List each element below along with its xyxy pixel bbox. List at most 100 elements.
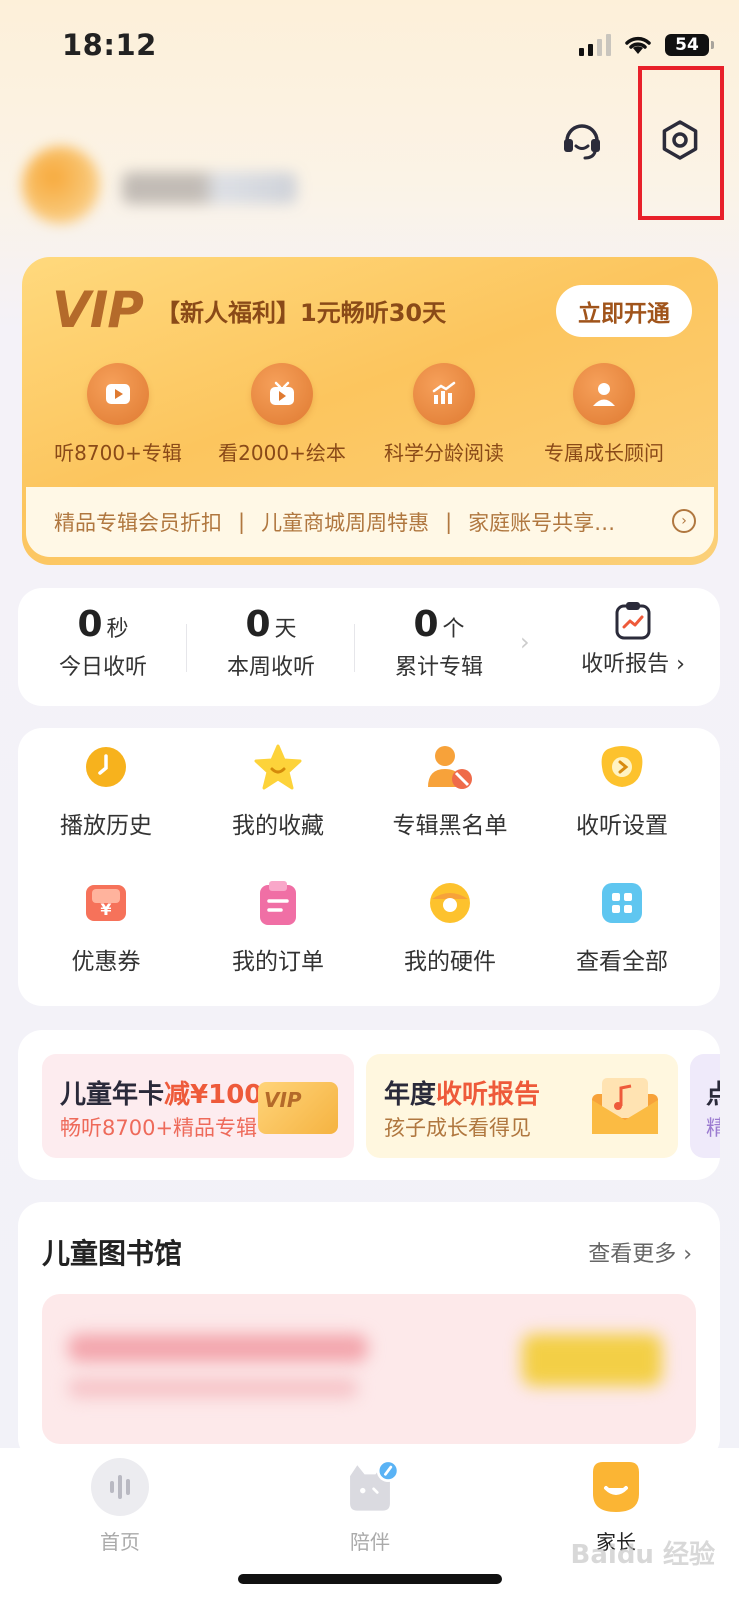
stat-albums: 0个 累计专辑 — [354, 604, 524, 681]
report-label: 收听报告 › — [581, 652, 685, 677]
promo-subtitle: 孩子成长看得见 — [384, 1116, 531, 1140]
username-blurred — [122, 172, 297, 204]
menu-label: 我的订单 — [232, 949, 324, 975]
stat-label: 今日收听 — [58, 655, 147, 680]
benefit-label: 看2000+绘本 — [218, 441, 346, 465]
battery-level: 54 — [675, 35, 699, 55]
report-clipboard-icon — [615, 602, 651, 640]
perk-separator: | — [238, 510, 246, 534]
perk-text: 精品专辑会员折扣 — [54, 511, 222, 535]
grid-icon — [602, 883, 642, 923]
vip-promo-title: 【新人福利】1元畅听30天 — [156, 299, 447, 327]
listen-settings-icon — [601, 746, 643, 787]
stat-number: 0 — [413, 604, 439, 645]
view-more-link[interactable]: 查看更多 › — [588, 1236, 692, 1268]
vip-benefit-advisor[interactable]: 专属成长顾问 — [524, 363, 684, 466]
promo-subtitle: 畅听8700+精品专辑 — [60, 1116, 258, 1140]
benefit-label: 听8700+专辑 — [54, 441, 182, 465]
menu-orders[interactable]: 我的订单 — [190, 878, 366, 976]
vip-card-badge: VIP — [264, 1088, 302, 1112]
chevron-right-icon[interactable]: › — [672, 509, 696, 533]
tab-label: 首页 — [100, 1530, 140, 1554]
vip-benefit-picturebooks[interactable]: 看2000+绘本 — [202, 363, 362, 466]
perk-separator: | — [445, 510, 453, 534]
stat-unit: 个 — [442, 617, 465, 642]
stat-unit: 天 — [274, 617, 297, 642]
tv-play-icon — [270, 381, 294, 405]
watermark: Baidu 经验 — [570, 1540, 715, 1570]
advisor-icon — [593, 383, 615, 406]
hardware-icon — [430, 883, 470, 923]
section-title: 儿童图书馆 — [42, 1237, 183, 1270]
parent-icon — [593, 1462, 639, 1512]
stat-today: 0秒 今日收听 — [18, 604, 188, 681]
coupon-icon: ¥ — [86, 885, 126, 921]
music-envelope-icon — [592, 1078, 658, 1134]
status-time: 18:12 — [62, 28, 157, 62]
settings-highlight-box — [638, 66, 724, 220]
status-icons: 54 — [579, 34, 714, 56]
order-icon — [260, 881, 296, 925]
menu-listen-settings[interactable]: 收听设置 — [534, 742, 710, 840]
promo-title: 年度收听报告 — [384, 1074, 540, 1111]
menu-label: 收听设置 — [576, 813, 668, 839]
promo-third[interactable]: 点 精 — [690, 1054, 720, 1158]
promo-title: 点 — [706, 1080, 720, 1110]
vip-benefit-reading[interactable]: 科学分龄阅读 — [364, 363, 524, 466]
promo-title-highlight: 收听报告 — [436, 1080, 541, 1110]
avatar[interactable] — [22, 146, 100, 224]
menu-label: 播放历史 — [60, 813, 152, 839]
stat-label: 本周收听 — [226, 655, 315, 680]
vip-card-image: VIP — [258, 1082, 338, 1134]
promo-title-main: 儿童年卡 — [60, 1080, 165, 1110]
stat-unit: 秒 — [106, 617, 129, 642]
stat-number: 0 — [77, 604, 103, 645]
chevron-divider-icon: › — [520, 628, 530, 656]
headset-icon — [564, 124, 600, 160]
tab-home[interactable]: 首页 — [60, 1458, 180, 1555]
perk-text: 家庭账号共享… — [468, 511, 616, 535]
function-menu: 播放历史 我的收藏 专辑黑名单 收听设置 ¥ 优惠券 我的订单 我的硬件 查看全… — [18, 728, 720, 1006]
menu-label: 优惠券 — [71, 949, 141, 975]
promo-subtitle: 精 — [706, 1116, 720, 1140]
promo-annual-card[interactable]: 儿童年卡减¥100 畅听8700+精品专辑 VIP — [42, 1054, 354, 1158]
tab-companion[interactable]: 陪伴 — [310, 1458, 430, 1555]
menu-label: 查看全部 — [576, 949, 668, 975]
vip-perks-strip[interactable]: 精品专辑会员折扣 | 儿童商城周周特惠 | 家庭账号共享… › — [26, 487, 714, 557]
perk-text: 儿童商城周周特惠 — [261, 511, 430, 535]
play-icon — [106, 384, 130, 404]
tab-label: 陪伴 — [350, 1530, 390, 1554]
benefit-label: 科学分龄阅读 — [384, 441, 504, 465]
menu-play-history[interactable]: 播放历史 — [18, 742, 194, 840]
battery-indicator: 54 — [665, 34, 714, 56]
promo-title-highlight: 减¥100 — [164, 1080, 263, 1110]
menu-favorites[interactable]: 我的收藏 — [190, 742, 366, 840]
svg-text:¥: ¥ — [100, 900, 111, 919]
vip-benefit-albums[interactable]: 听8700+专辑 — [38, 363, 198, 466]
menu-hardware[interactable]: 我的硬件 — [362, 878, 538, 976]
vip-open-button[interactable]: 立即开通 — [556, 285, 692, 337]
stat-number: 0 — [245, 604, 271, 645]
signal-icon — [579, 34, 611, 56]
star-icon — [254, 744, 302, 790]
menu-coupons[interactable]: ¥ 优惠券 — [18, 878, 194, 976]
wifi-icon — [625, 36, 651, 54]
stat-week: 0天 本周收听 — [186, 604, 356, 681]
menu-album-blacklist[interactable]: 专辑黑名单 — [362, 742, 538, 840]
promo-annual-report[interactable]: 年度收听报告 孩子成长看得见 — [366, 1054, 678, 1158]
vip-card[interactable]: VIP 【新人福利】1元畅听30天 立即开通 听8700+专辑 看2000+绘本… — [22, 257, 718, 565]
home-indicator[interactable] — [238, 1574, 502, 1584]
library-banner-blurred[interactable] — [42, 1294, 696, 1444]
benefit-label: 专属成长顾问 — [544, 441, 664, 465]
blocked-user-icon — [428, 746, 472, 789]
companion-icon — [350, 1459, 399, 1511]
stat-label: 累计专辑 — [394, 655, 483, 680]
customer-service-button[interactable] — [554, 112, 610, 168]
promo-title-main: 年度 — [384, 1080, 437, 1110]
menu-view-all[interactable]: 查看全部 — [534, 878, 710, 976]
history-icon — [86, 747, 126, 787]
listening-report-button[interactable]: 收听报告 › — [548, 600, 718, 678]
listening-stats-card: 0秒 今日收听 0天 本周收听 0个 累计专辑 › 收听报告 › — [18, 588, 720, 706]
promo-title: 儿童年卡减¥100 — [60, 1074, 262, 1111]
menu-label: 我的硬件 — [404, 949, 496, 975]
